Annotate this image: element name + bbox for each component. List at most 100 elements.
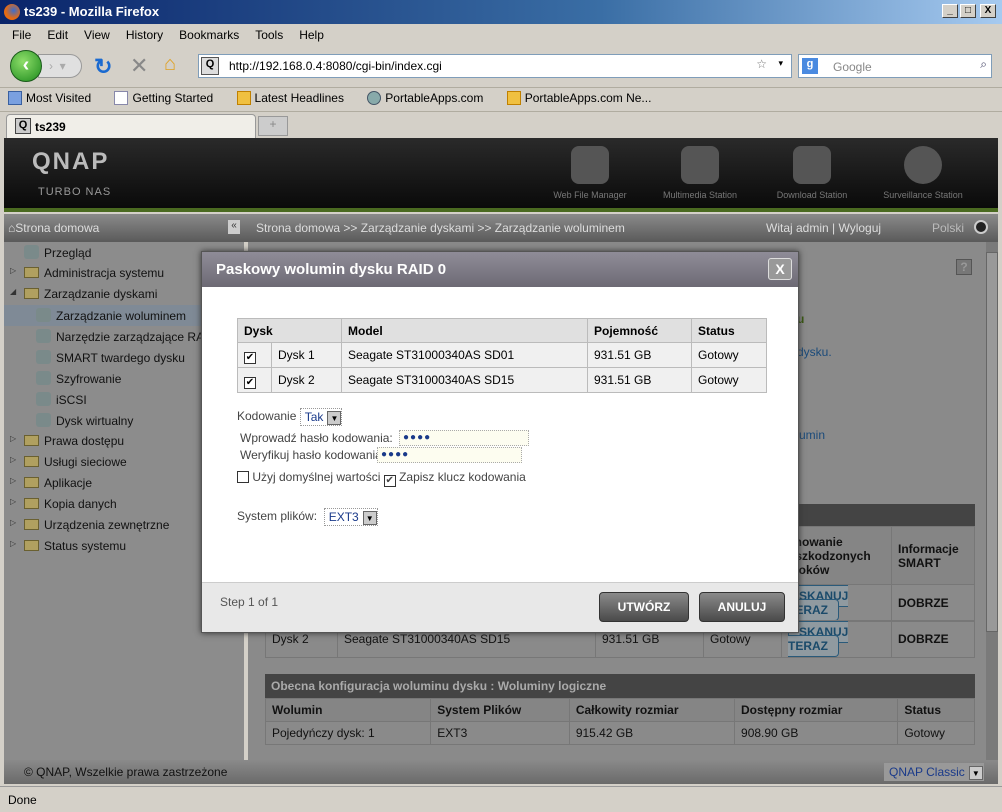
minimize-button[interactable]: _ bbox=[942, 4, 958, 18]
raid0-dialog: Paskowy wolumin dysku RAID 0 X Dysk Model… bbox=[201, 251, 799, 633]
create-button[interactable]: UTWÓRZ bbox=[599, 592, 689, 622]
tab-ts239[interactable]: Qts239 bbox=[6, 114, 256, 138]
default-value-checkbox[interactable] bbox=[237, 471, 249, 483]
menu-tools[interactable]: Tools bbox=[255, 28, 283, 42]
site-icon: Q bbox=[201, 57, 219, 75]
table-row: Pojedyńczy dysk: 1 EXT3 915.42 GB 908.90 GB… bbox=[264, 721, 975, 745]
help-icon[interactable]: ? bbox=[956, 259, 972, 275]
menu-help[interactable]: Help bbox=[299, 28, 324, 42]
smart-icon bbox=[36, 350, 51, 364]
turbo-nas-label: TURBO NAS bbox=[38, 186, 112, 198]
save-key-label: Zapisz klucz kodowania bbox=[399, 470, 526, 484]
web-file-manager-icon bbox=[571, 146, 609, 184]
bookmark-getting-started[interactable]: Getting Started bbox=[114, 91, 223, 105]
lock-icon bbox=[36, 371, 51, 385]
virtual-disk-icon bbox=[36, 413, 51, 427]
encryption-label: Kodowanie bbox=[237, 409, 297, 424]
reload-icon[interactable]: ↻ bbox=[94, 54, 112, 80]
menu-bookmarks[interactable]: Bookmarks bbox=[179, 28, 239, 42]
cancel-button[interactable]: ANULUJ bbox=[699, 592, 785, 622]
firefox-icon bbox=[4, 4, 20, 20]
disk2-checkbox[interactable]: ✔ bbox=[244, 376, 256, 389]
overview-icon bbox=[24, 245, 39, 259]
breadcrumb-bar: ⌂Strona domowa « Strona domowa >> Zarząd… bbox=[4, 214, 998, 242]
back-button[interactable]: ‹ bbox=[10, 50, 42, 82]
bookmark-star-icon[interactable]: ☆ bbox=[756, 57, 767, 71]
app-multimedia-station[interactable]: Multimedia Station bbox=[645, 146, 755, 200]
default-value-label: Użyj domyślnej wartości bbox=[252, 470, 381, 484]
url-dropdown-icon[interactable]: ▾ bbox=[778, 58, 783, 69]
scrollbar[interactable] bbox=[986, 242, 998, 760]
folder-open-icon bbox=[24, 288, 39, 299]
disk-select-table: Dysk Model Pojemność Status ✔ Dysk 1 Seagate … bbox=[237, 318, 767, 393]
raid-icon bbox=[36, 329, 51, 343]
chevron-down-icon: ▼ bbox=[362, 511, 377, 525]
iscsi-icon bbox=[36, 392, 51, 406]
language-select[interactable]: Polski bbox=[932, 221, 964, 235]
new-tab-button[interactable]: + bbox=[258, 116, 288, 136]
url-bar[interactable]: Qhttp://192.168.0.4:8080/cgi-bin/index.c… bbox=[198, 54, 792, 78]
close-icon[interactable]: X bbox=[768, 258, 792, 280]
logical-volumes-table: Wolumin System Plików Całkowity rozmiar Dos… bbox=[264, 698, 975, 745]
scrollbar-thumb[interactable] bbox=[986, 252, 998, 632]
bookmark-most-visited[interactable]: Most Visited bbox=[8, 91, 101, 105]
dialog-title: Paskowy wolumin dysku RAID 0 bbox=[216, 261, 447, 278]
app-web-file-manager[interactable]: Web File Manager bbox=[535, 146, 645, 200]
most-visited-icon bbox=[8, 91, 22, 105]
theme-select[interactable]: QNAP Classic ▼ bbox=[884, 763, 984, 781]
search-placeholder: Google bbox=[833, 60, 872, 74]
home-link[interactable]: ⌂Strona domowa bbox=[8, 221, 99, 235]
encryption-select[interactable]: Tak ▼ bbox=[299, 408, 343, 426]
welcome-logout[interactable]: Witaj admin | Wyloguj bbox=[766, 221, 881, 235]
verify-password-label: Weryfikuj hasło kodowania: bbox=[240, 448, 386, 462]
language-dropdown-icon[interactable] bbox=[974, 220, 988, 234]
home-icon[interactable]: ⌂ bbox=[164, 53, 176, 76]
chevron-down-icon: ▼ bbox=[968, 766, 983, 780]
bookmark-latest-headlines[interactable]: Latest Headlines bbox=[236, 91, 354, 105]
menu-edit[interactable]: Edit bbox=[47, 28, 68, 42]
folder-icon bbox=[24, 456, 39, 467]
folder-icon bbox=[24, 435, 39, 446]
footer: © QNAP, Wszelkie prawa zastrzeżone QNAP … bbox=[4, 760, 998, 784]
rss-folder-icon bbox=[506, 91, 521, 105]
menu-file[interactable]: File bbox=[12, 28, 31, 42]
smart-status: DOBRZE bbox=[891, 584, 975, 622]
url-text: http://192.168.0.4:8080/cgi-bin/index.cg… bbox=[229, 59, 442, 73]
save-key-checkbox[interactable]: ✔ bbox=[383, 475, 396, 487]
portableapps-icon bbox=[367, 91, 382, 105]
password-input[interactable]: ●●●● bbox=[399, 430, 529, 446]
menu-history[interactable]: History bbox=[126, 28, 163, 42]
copyright: © QNAP, Wszelkie prawa zastrzeżone bbox=[24, 765, 228, 779]
forward-button[interactable]: › ▾ bbox=[38, 54, 82, 78]
verify-password-input[interactable]: ●●●● bbox=[377, 447, 522, 463]
bg-link[interactable]: dysku. bbox=[797, 345, 832, 359]
logical-volumes-title: Obecna konfiguracja woluminu dysku : Wol… bbox=[265, 674, 975, 698]
bookmark-portableapps[interactable]: PortableApps.com bbox=[367, 91, 493, 105]
maximize-button[interactable]: □ bbox=[960, 4, 976, 18]
dialog-header: Paskowy wolumin dysku RAID 0 X bbox=[202, 252, 798, 287]
folder-icon bbox=[24, 540, 39, 551]
search-icon[interactable]: ⌕ bbox=[980, 57, 987, 72]
folder-icon bbox=[24, 519, 39, 530]
app-surveillance-station[interactable]: Surveillance Station bbox=[868, 146, 978, 200]
collapse-sidebar-button[interactable]: « bbox=[228, 220, 240, 234]
disk1-checkbox[interactable]: ✔ bbox=[244, 351, 256, 364]
rss-folder-icon bbox=[236, 91, 251, 105]
status-bar: Done bbox=[0, 786, 1002, 812]
filesystem-select[interactable]: EXT3 ▼ bbox=[323, 508, 378, 526]
window-titlebar: ts239 - Mozilla Firefox _ □ X bbox=[0, 0, 1002, 24]
google-icon[interactable]: g bbox=[802, 58, 818, 74]
stop-icon[interactable]: ✕ bbox=[130, 53, 148, 79]
bookmark-portableapps-news[interactable]: PortableApps.com Ne... bbox=[506, 91, 662, 105]
multimedia-icon bbox=[681, 146, 719, 184]
bg-link[interactable]: umin bbox=[799, 428, 825, 442]
menu-view[interactable]: View bbox=[84, 28, 110, 42]
qnap-favicon: Q bbox=[15, 118, 31, 134]
filesystem-label: System plików: bbox=[237, 509, 318, 524]
search-input[interactable]: g Google ⌕ bbox=[798, 54, 992, 78]
close-button[interactable]: X bbox=[980, 4, 996, 18]
app-download-station[interactable]: Download Station bbox=[757, 146, 867, 200]
page-icon bbox=[114, 91, 129, 105]
breadcrumb: Strona domowa >> Zarządzanie dyskami >> … bbox=[256, 221, 625, 235]
folder-icon bbox=[24, 267, 39, 278]
